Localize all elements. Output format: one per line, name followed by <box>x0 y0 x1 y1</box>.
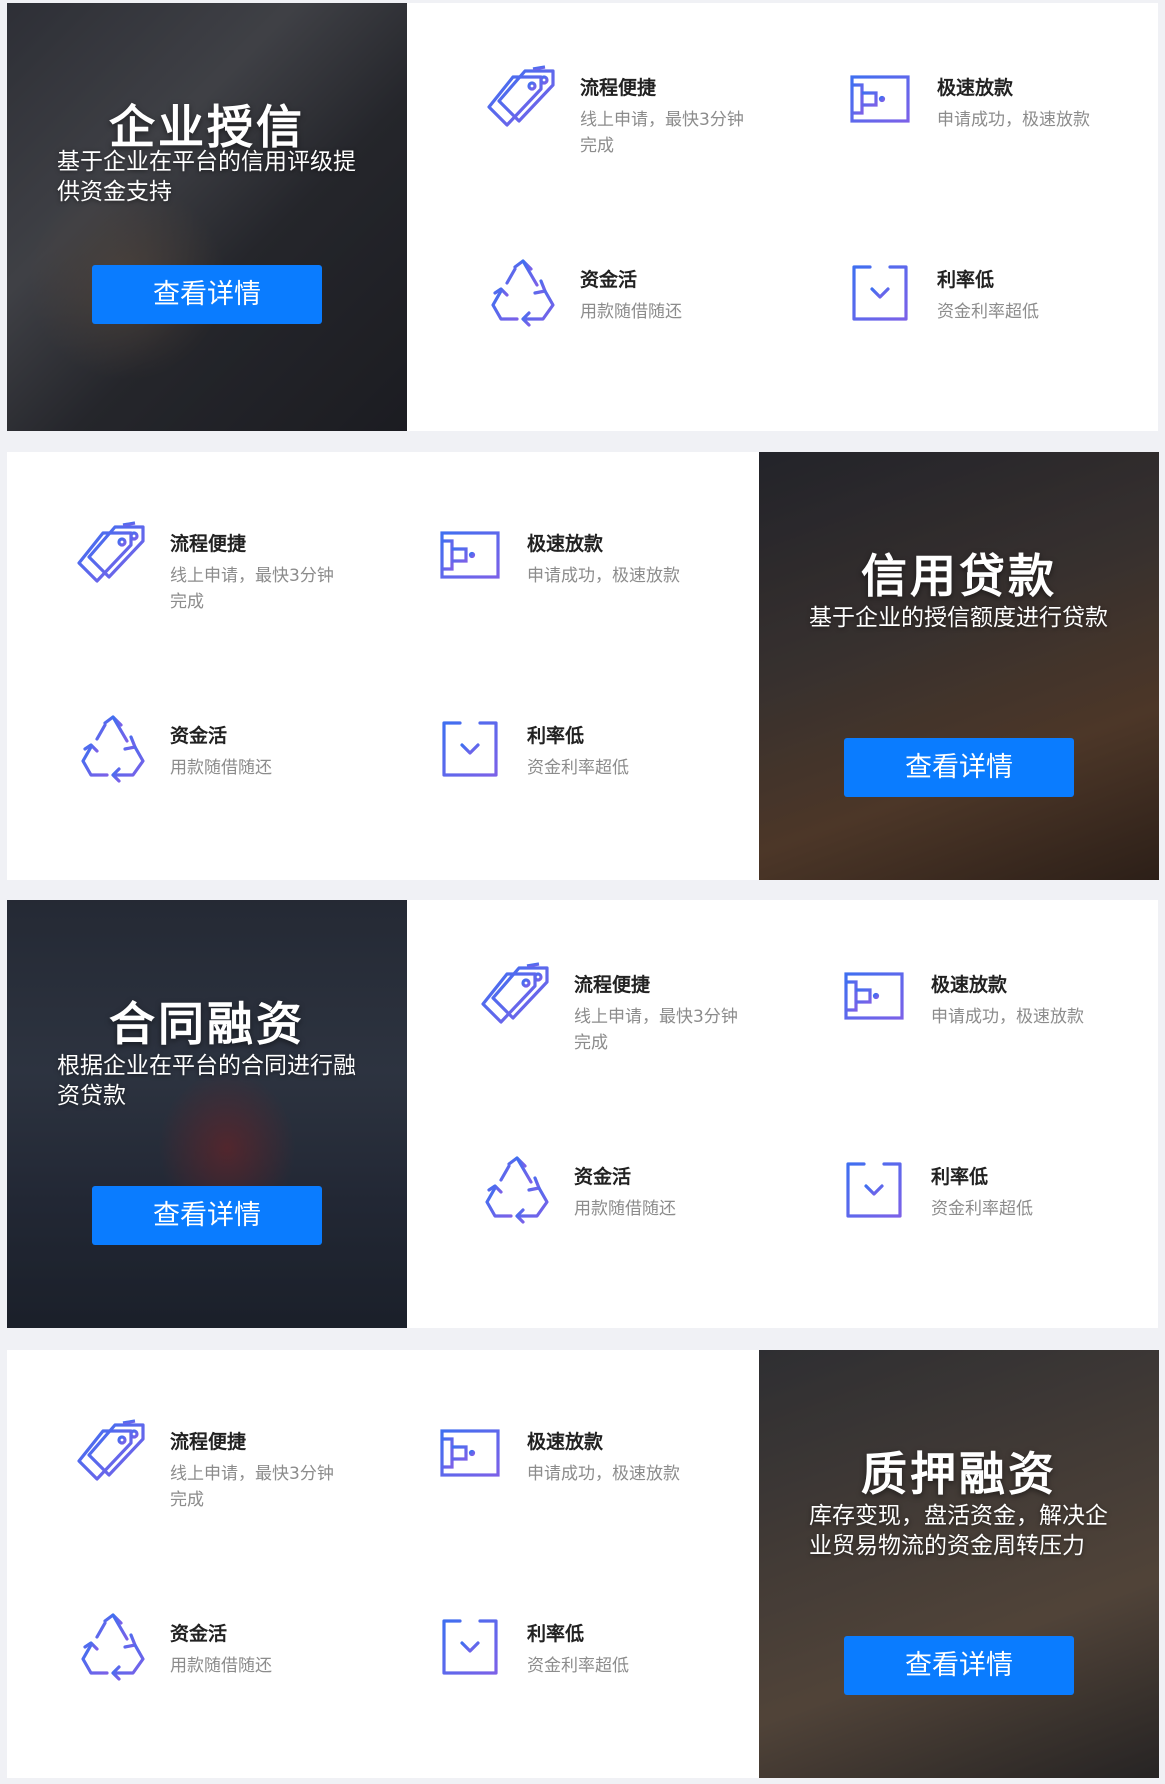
feature-title: 流程便捷 <box>170 533 247 555</box>
feature-title: 利率低 <box>527 725 585 747</box>
feature-description: 用款随借随还 <box>580 302 682 322</box>
feature-title: 极速放款 <box>931 974 1008 996</box>
feature-rate: 利率低 资金利率超低 <box>842 255 1142 365</box>
feature-description: 申请成功，极速放款 <box>937 110 1090 130</box>
hero-title: 信用贷款 <box>861 549 1057 603</box>
hero-panel: 企业授信 基于企业在平台的信用评级提供资金支持 查看详情 <box>7 3 407 431</box>
hero-description: 库存变现，盘活资金，解决企业贸易物流的资金周转压力 <box>809 1503 1108 1559</box>
feature-title: 利率低 <box>931 1166 989 1188</box>
feature-description: 资金利率超低 <box>937 302 1039 322</box>
feature-rate: 利率低 资金利率超低 <box>836 1152 1136 1262</box>
feature-flex: 资金活 用款随借随还 <box>75 711 375 821</box>
hero-title: 质押融资 <box>861 1447 1057 1501</box>
feature-description: 申请成功，极速放款 <box>527 1464 680 1484</box>
feature-flex: 资金活 用款随借随还 <box>479 1152 779 1262</box>
tags-icon <box>75 519 151 595</box>
feature-flex: 资金活 用款随借随还 <box>75 1609 375 1719</box>
view-details-button[interactable]: 查看详情 <box>92 265 322 324</box>
feature-title: 极速放款 <box>527 1431 604 1453</box>
hero-description: 基于企业的授信额度进行贷款 <box>809 605 1108 631</box>
feature-title: 利率低 <box>937 269 995 291</box>
feature-loan: 极速放款申请成功，极速放款 <box>842 63 1142 173</box>
feature-fast: 流程便捷线上申请，最快3分钟完成 <box>479 960 779 1070</box>
card-icon <box>842 63 918 139</box>
hero-panel: 质押融资 库存变现，盘活资金，解决企业贸易物流的资金周转压力 查看详情 <box>759 1350 1159 1778</box>
tags-icon <box>479 960 555 1036</box>
download-box-icon <box>836 1152 912 1228</box>
feature-title: 资金活 <box>170 1623 228 1645</box>
feature-title: 资金活 <box>580 269 638 291</box>
recycle-icon <box>485 255 561 331</box>
feature-title: 流程便捷 <box>580 77 657 99</box>
download-box-icon <box>842 255 918 331</box>
feature-title: 流程便捷 <box>170 1431 247 1453</box>
product-card-pledge-financing: 质押融资 库存变现，盘活资金，解决企业贸易物流的资金周转压力 查看详情 流程便捷… <box>7 1350 1159 1778</box>
feature-description: 资金利率超低 <box>527 758 629 778</box>
feature-rate: 利率低 资金利率超低 <box>432 711 732 821</box>
feature-description: 资金利率超低 <box>527 1656 629 1676</box>
hero-description: 基于企业在平台的信用评级提供资金支持 <box>57 149 356 205</box>
feature-description: 用款随借随还 <box>574 1199 676 1219</box>
feature-description: 资金利率超低 <box>931 1199 1033 1219</box>
hero-title: 合同融资 <box>109 997 305 1051</box>
feature-title: 资金活 <box>574 1166 632 1188</box>
feature-title: 资金活 <box>170 725 228 747</box>
feature-title: 极速放款 <box>937 77 1014 99</box>
product-card-credit-line: 企业授信 基于企业在平台的信用评级提供资金支持 查看详情 流程便捷线上申请，最快… <box>7 3 1158 431</box>
feature-description: 用款随借随还 <box>170 1656 272 1676</box>
recycle-icon <box>75 711 151 787</box>
product-card-contract-financing: 合同融资 根据企业在平台的合同进行融资贷款 查看详情 流程便捷线上申请，最快3分… <box>7 900 1158 1328</box>
tags-icon <box>75 1417 151 1493</box>
card-icon <box>836 960 912 1036</box>
feature-fast: 流程便捷线上申请，最快3分钟完成 <box>75 519 375 629</box>
tags-icon <box>485 63 561 139</box>
download-box-icon <box>432 711 508 787</box>
recycle-icon <box>75 1609 151 1685</box>
feature-description: 申请成功，极速放款 <box>931 1007 1084 1027</box>
feature-description: 线上申请，最快3分钟完成 <box>170 566 334 612</box>
feature-description: 用款随借随还 <box>170 758 272 778</box>
feature-loan: 极速放款申请成功，极速放款 <box>432 519 732 629</box>
product-card-credit-loan: 信用贷款 基于企业的授信额度进行贷款 查看详情 流程便捷线上申请，最快3分钟完成… <box>7 452 1159 880</box>
feature-loan: 极速放款申请成功，极速放款 <box>836 960 1136 1070</box>
feature-title: 极速放款 <box>527 533 604 555</box>
hero-panel: 合同融资 根据企业在平台的合同进行融资贷款 查看详情 <box>7 900 407 1328</box>
feature-title: 利率低 <box>527 1623 585 1645</box>
card-icon <box>432 519 508 595</box>
view-details-button[interactable]: 查看详情 <box>844 1636 1074 1695</box>
hero-description: 根据企业在平台的合同进行融资贷款 <box>57 1053 356 1109</box>
feature-rate: 利率低 资金利率超低 <box>432 1609 732 1719</box>
recycle-icon <box>479 1152 555 1228</box>
feature-title: 流程便捷 <box>574 974 651 996</box>
view-details-button[interactable]: 查看详情 <box>92 1186 322 1245</box>
feature-description: 申请成功，极速放款 <box>527 566 680 586</box>
hero-panel: 信用贷款 基于企业的授信额度进行贷款 查看详情 <box>759 452 1159 880</box>
feature-description: 线上申请，最快3分钟完成 <box>580 110 744 156</box>
feature-fast: 流程便捷线上申请，最快3分钟完成 <box>485 63 785 173</box>
card-icon <box>432 1417 508 1493</box>
feature-flex: 资金活 用款随借随还 <box>485 255 785 365</box>
view-details-button[interactable]: 查看详情 <box>844 738 1074 797</box>
feature-description: 线上申请，最快3分钟完成 <box>170 1464 334 1510</box>
feature-fast: 流程便捷线上申请，最快3分钟完成 <box>75 1417 375 1527</box>
feature-loan: 极速放款申请成功，极速放款 <box>432 1417 732 1527</box>
download-box-icon <box>432 1609 508 1685</box>
feature-description: 线上申请，最快3分钟完成 <box>574 1007 738 1053</box>
